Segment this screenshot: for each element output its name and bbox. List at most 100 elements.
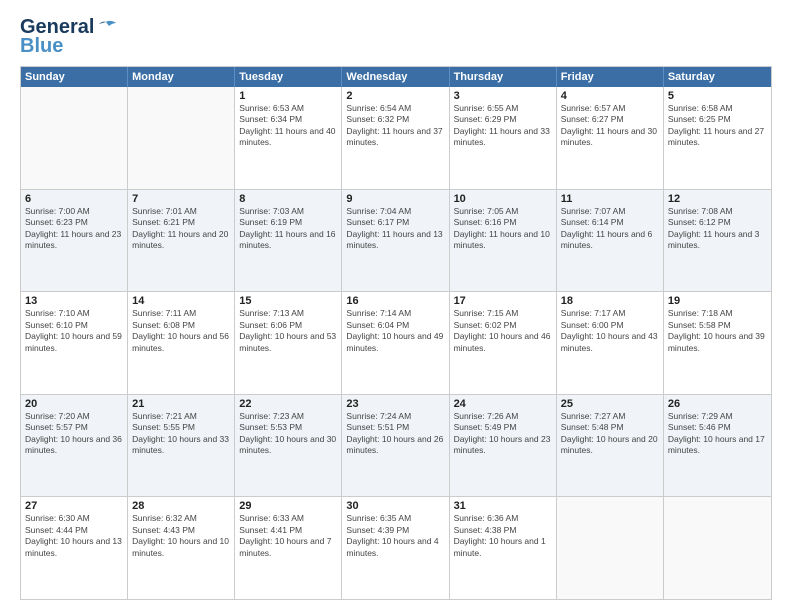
day-number: 27 xyxy=(25,500,123,512)
day-info: Sunrise: 7:03 AM Sunset: 6:19 PM Dayligh… xyxy=(239,206,337,252)
calendar-cell-0-5: 4Sunrise: 6:57 AM Sunset: 6:27 PM Daylig… xyxy=(557,87,664,189)
day-number: 24 xyxy=(454,398,552,410)
day-info: Sunrise: 6:54 AM Sunset: 6:32 PM Dayligh… xyxy=(346,103,444,149)
day-number: 25 xyxy=(561,398,659,410)
logo: General Blue xyxy=(20,16,116,58)
day-number: 21 xyxy=(132,398,230,410)
day-info: Sunrise: 7:27 AM Sunset: 5:48 PM Dayligh… xyxy=(561,411,659,457)
header-cell-tuesday: Tuesday xyxy=(235,67,342,87)
calendar-cell-0-0 xyxy=(21,87,128,189)
day-number: 8 xyxy=(239,193,337,205)
day-info: Sunrise: 7:20 AM Sunset: 5:57 PM Dayligh… xyxy=(25,411,123,457)
day-number: 13 xyxy=(25,295,123,307)
day-number: 17 xyxy=(454,295,552,307)
day-info: Sunrise: 7:13 AM Sunset: 6:06 PM Dayligh… xyxy=(239,308,337,354)
calendar-cell-0-1 xyxy=(128,87,235,189)
day-number: 7 xyxy=(132,193,230,205)
day-number: 6 xyxy=(25,193,123,205)
day-info: Sunrise: 7:23 AM Sunset: 5:53 PM Dayligh… xyxy=(239,411,337,457)
calendar-cell-1-1: 7Sunrise: 7:01 AM Sunset: 6:21 PM Daylig… xyxy=(128,190,235,292)
calendar-row-2: 13Sunrise: 7:10 AM Sunset: 6:10 PM Dayli… xyxy=(21,291,771,394)
calendar-cell-2-0: 13Sunrise: 7:10 AM Sunset: 6:10 PM Dayli… xyxy=(21,292,128,394)
calendar-cell-2-4: 17Sunrise: 7:15 AM Sunset: 6:02 PM Dayli… xyxy=(450,292,557,394)
calendar-cell-2-6: 19Sunrise: 7:18 AM Sunset: 5:58 PM Dayli… xyxy=(664,292,771,394)
calendar-cell-2-3: 16Sunrise: 7:14 AM Sunset: 6:04 PM Dayli… xyxy=(342,292,449,394)
calendar-cell-4-6 xyxy=(664,497,771,599)
day-number: 12 xyxy=(668,193,767,205)
header-cell-sunday: Sunday xyxy=(21,67,128,87)
calendar-cell-0-4: 3Sunrise: 6:55 AM Sunset: 6:29 PM Daylig… xyxy=(450,87,557,189)
calendar-cell-4-3: 30Sunrise: 6:35 AM Sunset: 4:39 PM Dayli… xyxy=(342,497,449,599)
day-number: 15 xyxy=(239,295,337,307)
day-info: Sunrise: 7:05 AM Sunset: 6:16 PM Dayligh… xyxy=(454,206,552,252)
day-info: Sunrise: 7:08 AM Sunset: 6:12 PM Dayligh… xyxy=(668,206,767,252)
day-info: Sunrise: 7:11 AM Sunset: 6:08 PM Dayligh… xyxy=(132,308,230,354)
calendar-cell-3-3: 23Sunrise: 7:24 AM Sunset: 5:51 PM Dayli… xyxy=(342,395,449,497)
day-info: Sunrise: 6:30 AM Sunset: 4:44 PM Dayligh… xyxy=(25,513,123,559)
calendar-cell-3-0: 20Sunrise: 7:20 AM Sunset: 5:57 PM Dayli… xyxy=(21,395,128,497)
day-number: 31 xyxy=(454,500,552,512)
calendar-row-1: 6Sunrise: 7:00 AM Sunset: 6:23 PM Daylig… xyxy=(21,189,771,292)
day-info: Sunrise: 7:29 AM Sunset: 5:46 PM Dayligh… xyxy=(668,411,767,457)
day-number: 18 xyxy=(561,295,659,307)
day-info: Sunrise: 6:32 AM Sunset: 4:43 PM Dayligh… xyxy=(132,513,230,559)
calendar-cell-4-1: 28Sunrise: 6:32 AM Sunset: 4:43 PM Dayli… xyxy=(128,497,235,599)
calendar: SundayMondayTuesdayWednesdayThursdayFrid… xyxy=(20,66,772,600)
day-number: 16 xyxy=(346,295,444,307)
calendar-cell-3-5: 25Sunrise: 7:27 AM Sunset: 5:48 PM Dayli… xyxy=(557,395,664,497)
header-cell-thursday: Thursday xyxy=(450,67,557,87)
day-number: 26 xyxy=(668,398,767,410)
calendar-cell-3-1: 21Sunrise: 7:21 AM Sunset: 5:55 PM Dayli… xyxy=(128,395,235,497)
calendar-cell-4-2: 29Sunrise: 6:33 AM Sunset: 4:41 PM Dayli… xyxy=(235,497,342,599)
calendar-cell-4-5 xyxy=(557,497,664,599)
day-number: 2 xyxy=(346,90,444,102)
calendar-header: SundayMondayTuesdayWednesdayThursdayFrid… xyxy=(21,67,771,87)
calendar-cell-3-4: 24Sunrise: 7:26 AM Sunset: 5:49 PM Dayli… xyxy=(450,395,557,497)
day-info: Sunrise: 7:10 AM Sunset: 6:10 PM Dayligh… xyxy=(25,308,123,354)
day-number: 20 xyxy=(25,398,123,410)
calendar-cell-1-6: 12Sunrise: 7:08 AM Sunset: 6:12 PM Dayli… xyxy=(664,190,771,292)
calendar-cell-1-0: 6Sunrise: 7:00 AM Sunset: 6:23 PM Daylig… xyxy=(21,190,128,292)
day-number: 23 xyxy=(346,398,444,410)
day-number: 1 xyxy=(239,90,337,102)
day-number: 19 xyxy=(668,295,767,307)
calendar-body: 1Sunrise: 6:53 AM Sunset: 6:34 PM Daylig… xyxy=(21,87,771,599)
day-number: 14 xyxy=(132,295,230,307)
logo-blue: Blue xyxy=(20,35,63,58)
day-info: Sunrise: 6:36 AM Sunset: 4:38 PM Dayligh… xyxy=(454,513,552,559)
day-info: Sunrise: 6:35 AM Sunset: 4:39 PM Dayligh… xyxy=(346,513,444,559)
day-number: 28 xyxy=(132,500,230,512)
day-info: Sunrise: 6:57 AM Sunset: 6:27 PM Dayligh… xyxy=(561,103,659,149)
day-info: Sunrise: 7:14 AM Sunset: 6:04 PM Dayligh… xyxy=(346,308,444,354)
day-info: Sunrise: 7:00 AM Sunset: 6:23 PM Dayligh… xyxy=(25,206,123,252)
calendar-row-4: 27Sunrise: 6:30 AM Sunset: 4:44 PM Dayli… xyxy=(21,496,771,599)
day-info: Sunrise: 7:21 AM Sunset: 5:55 PM Dayligh… xyxy=(132,411,230,457)
day-info: Sunrise: 6:53 AM Sunset: 6:34 PM Dayligh… xyxy=(239,103,337,149)
calendar-cell-1-3: 9Sunrise: 7:04 AM Sunset: 6:17 PM Daylig… xyxy=(342,190,449,292)
calendar-row-0: 1Sunrise: 6:53 AM Sunset: 6:34 PM Daylig… xyxy=(21,87,771,189)
header-cell-wednesday: Wednesday xyxy=(342,67,449,87)
calendar-cell-1-2: 8Sunrise: 7:03 AM Sunset: 6:19 PM Daylig… xyxy=(235,190,342,292)
day-info: Sunrise: 6:33 AM Sunset: 4:41 PM Dayligh… xyxy=(239,513,337,559)
calendar-cell-0-6: 5Sunrise: 6:58 AM Sunset: 6:25 PM Daylig… xyxy=(664,87,771,189)
header-cell-saturday: Saturday xyxy=(664,67,771,87)
calendar-cell-2-5: 18Sunrise: 7:17 AM Sunset: 6:00 PM Dayli… xyxy=(557,292,664,394)
day-info: Sunrise: 7:18 AM Sunset: 5:58 PM Dayligh… xyxy=(668,308,767,354)
day-info: Sunrise: 7:24 AM Sunset: 5:51 PM Dayligh… xyxy=(346,411,444,457)
calendar-row-3: 20Sunrise: 7:20 AM Sunset: 5:57 PM Dayli… xyxy=(21,394,771,497)
calendar-cell-1-5: 11Sunrise: 7:07 AM Sunset: 6:14 PM Dayli… xyxy=(557,190,664,292)
day-number: 22 xyxy=(239,398,337,410)
day-info: Sunrise: 7:17 AM Sunset: 6:00 PM Dayligh… xyxy=(561,308,659,354)
calendar-cell-4-0: 27Sunrise: 6:30 AM Sunset: 4:44 PM Dayli… xyxy=(21,497,128,599)
day-number: 4 xyxy=(561,90,659,102)
day-info: Sunrise: 7:07 AM Sunset: 6:14 PM Dayligh… xyxy=(561,206,659,252)
calendar-cell-3-6: 26Sunrise: 7:29 AM Sunset: 5:46 PM Dayli… xyxy=(664,395,771,497)
day-number: 9 xyxy=(346,193,444,205)
day-number: 3 xyxy=(454,90,552,102)
header-cell-friday: Friday xyxy=(557,67,664,87)
calendar-cell-3-2: 22Sunrise: 7:23 AM Sunset: 5:53 PM Dayli… xyxy=(235,395,342,497)
calendar-cell-0-3: 2Sunrise: 6:54 AM Sunset: 6:32 PM Daylig… xyxy=(342,87,449,189)
day-info: Sunrise: 7:26 AM Sunset: 5:49 PM Dayligh… xyxy=(454,411,552,457)
day-number: 11 xyxy=(561,193,659,205)
calendar-cell-1-4: 10Sunrise: 7:05 AM Sunset: 6:16 PM Dayli… xyxy=(450,190,557,292)
